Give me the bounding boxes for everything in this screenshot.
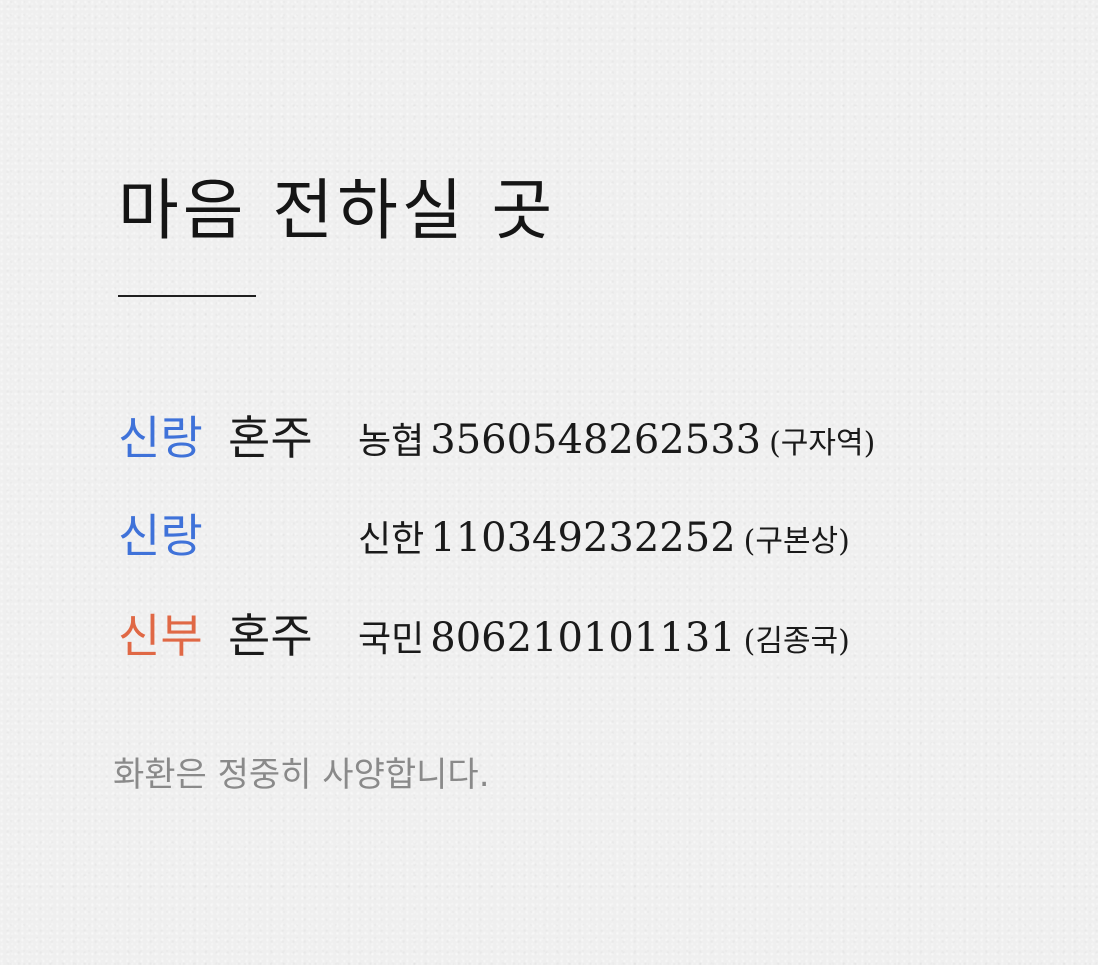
account-holder-name: (구자역) <box>769 426 876 461</box>
wreath-decline-note: 화환은 정중히 사양합니다. <box>113 755 490 795</box>
holder-label: 혼주 <box>228 411 313 465</box>
account-holder-name: (구본상) <box>743 524 850 559</box>
account-info[interactable]: 신한 110349232252 (구본상) <box>358 506 850 578</box>
account-info[interactable]: 농협 3560548262533 (구자역) <box>358 408 875 480</box>
holder-label: 혼주 <box>228 609 313 663</box>
bank-name: 농협 <box>358 421 425 462</box>
gift-account-card: 마음 전하실 곳 신랑 혼주 농협 3560548262533 (구자역) 신랑 신… <box>0 0 1098 965</box>
title-divider <box>118 295 256 297</box>
role-label-bride: 신부 <box>118 609 203 663</box>
bank-name: 국민 <box>358 619 425 660</box>
account-number[interactable]: 3560548262533 <box>430 417 761 463</box>
account-number[interactable]: 806210101131 <box>430 615 735 661</box>
account-info[interactable]: 국민 806210101131 (김종국) <box>358 606 850 678</box>
bank-name: 신한 <box>358 519 425 560</box>
account-number[interactable]: 110349232252 <box>430 515 735 561</box>
section-title: 마음 전하실 곳 <box>118 172 557 249</box>
account-holder-name: (김종국) <box>743 624 850 659</box>
role-label-groom: 신랑 <box>118 509 203 563</box>
role-label-groom: 신랑 <box>118 411 203 465</box>
